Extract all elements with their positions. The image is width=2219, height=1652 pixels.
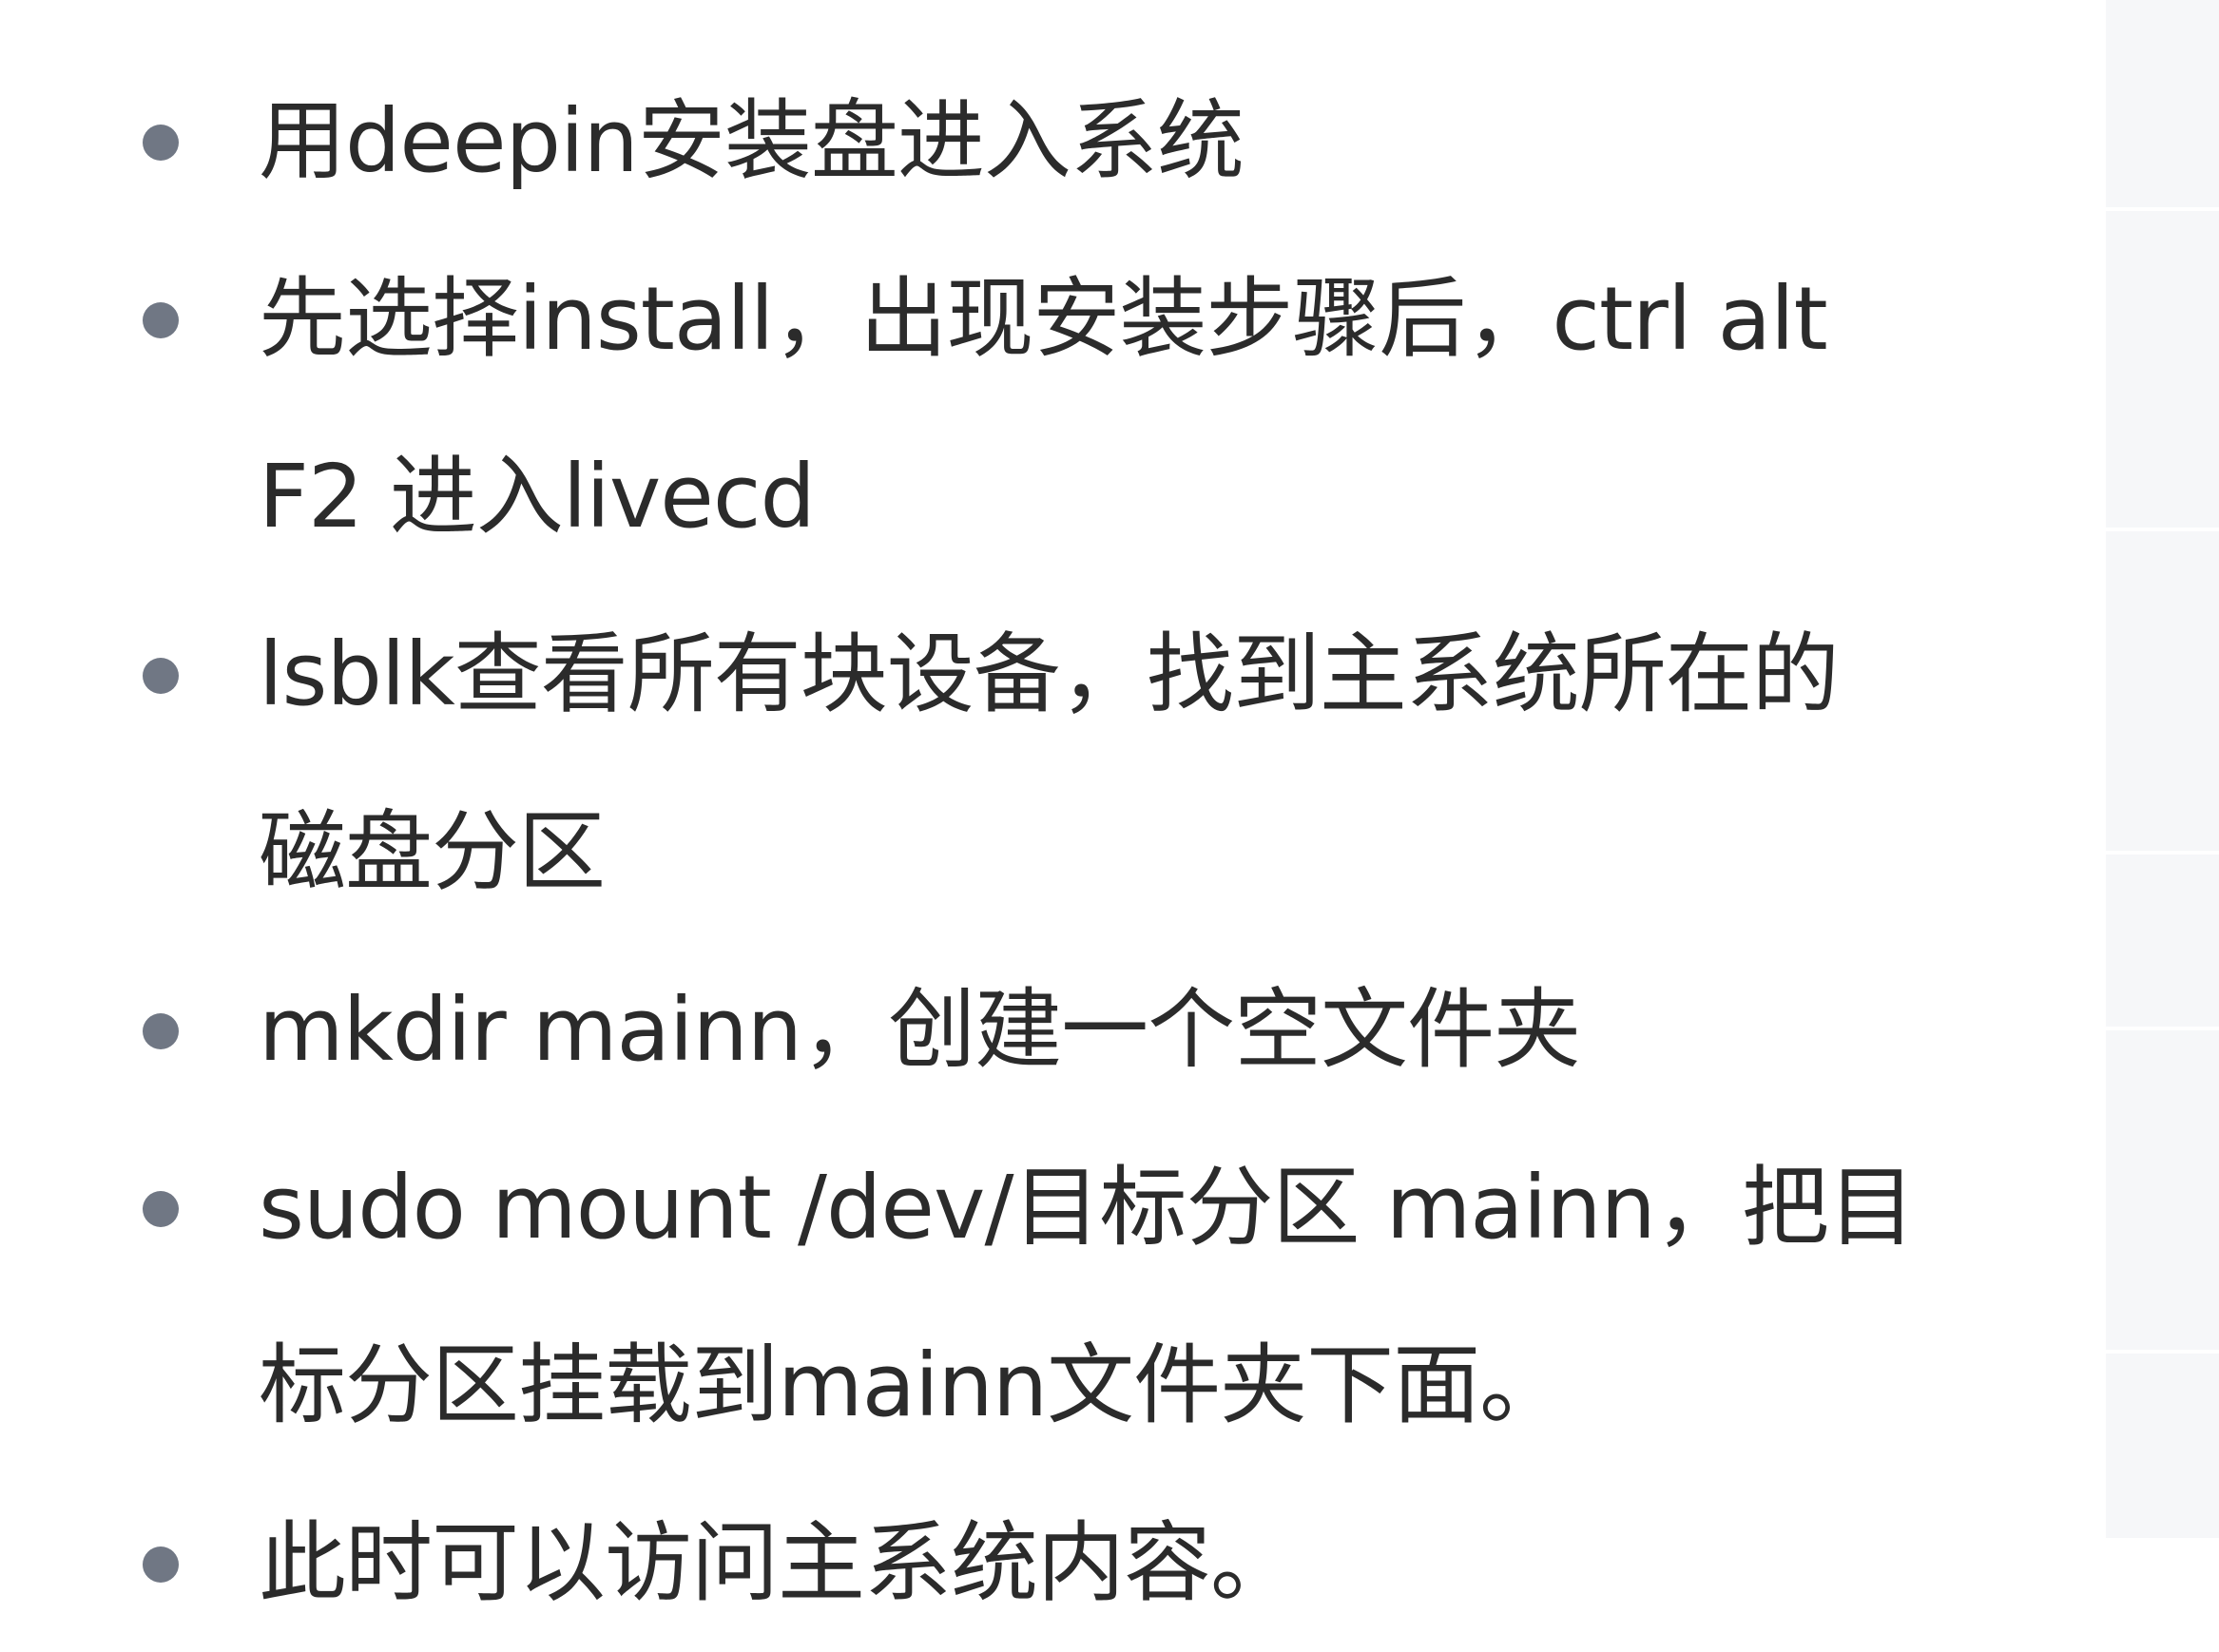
divider xyxy=(2106,528,2219,531)
bullet-icon xyxy=(143,125,179,161)
text-line: sudo mount /dev/目标分区 mainn，把目 xyxy=(259,1157,1916,1258)
text-line: 磁盘分区 xyxy=(259,801,606,903)
list-item: sudo mount /dev/目标分区 mainn，把目 标分区挂载到main… xyxy=(143,1119,2044,1474)
bullet-icon xyxy=(143,1546,179,1583)
divider xyxy=(2106,851,2219,855)
list-item-text: 此时可以访问主系统内容。 xyxy=(259,1474,2044,1652)
bullet-icon xyxy=(143,658,179,694)
list-item: 用deepin安装盘进入系统 xyxy=(143,52,2044,230)
list-item-text: lsblk查看所有块设备，找到主系统所在的 磁盘分区 xyxy=(259,586,2044,941)
divider xyxy=(2106,207,2219,211)
list-item: lsblk查看所有块设备，找到主系统所在的 磁盘分区 xyxy=(143,586,2044,941)
list-item-text: 先选择install，出现安装步骤后，ctrl alt F2 进入livecd xyxy=(259,230,2044,586)
text-line: F2 进入livecd xyxy=(259,446,816,547)
text-line: 先选择install，出现安装步骤后，ctrl alt xyxy=(259,268,1828,370)
list-item: mkdir mainn，创建一个空文件夹 xyxy=(143,941,2044,1119)
step-list: 用deepin安装盘进入系统 先选择install，出现安装步骤后，ctrl a… xyxy=(143,52,2044,1652)
bullet-icon xyxy=(143,1013,179,1049)
document-content: 用deepin安装盘进入系统 先选择install，出现安装步骤后，ctrl a… xyxy=(0,0,2106,1614)
list-item: 此时可以访问主系统内容。 xyxy=(143,1474,2044,1652)
divider xyxy=(2106,1027,2219,1030)
text-line: 用deepin安装盘进入系统 xyxy=(259,90,1245,192)
list-item: 先选择install，出现安装步骤后，ctrl alt F2 进入livecd xyxy=(143,230,2044,586)
list-item-text: sudo mount /dev/目标分区 mainn，把目 标分区挂载到main… xyxy=(259,1119,2044,1474)
text-line: mkdir mainn，创建一个空文件夹 xyxy=(259,979,1581,1081)
list-item-text: mkdir mainn，创建一个空文件夹 xyxy=(259,941,2044,1119)
divider xyxy=(2106,1350,2219,1354)
bullet-icon xyxy=(143,302,179,338)
side-panel xyxy=(2106,0,2219,1538)
text-line: 标分区挂载到mainn文件夹下面。 xyxy=(259,1335,1567,1436)
text-line: lsblk查看所有块设备，找到主系统所在的 xyxy=(259,624,1840,725)
text-line: 此时可以访问主系统内容。 xyxy=(259,1512,1298,1614)
bullet-icon xyxy=(143,1191,179,1227)
list-item-text: 用deepin安装盘进入系统 xyxy=(259,52,2044,230)
